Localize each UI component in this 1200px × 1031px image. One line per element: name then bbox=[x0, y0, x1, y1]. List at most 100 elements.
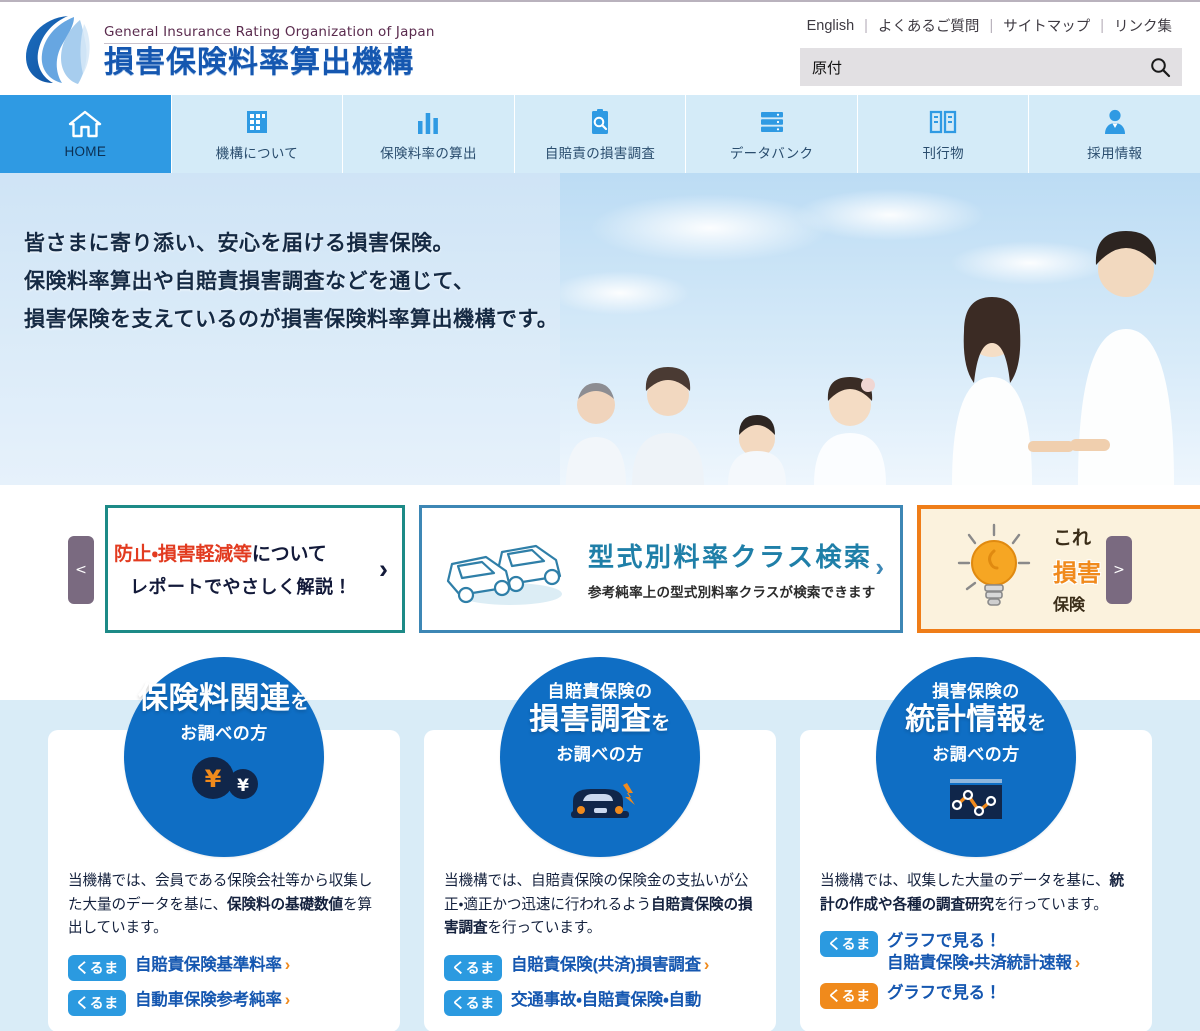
arrow-icon: › bbox=[1074, 953, 1081, 972]
hero-line-3: 損害保険を支えているのが損害保険料率算出機構です。 bbox=[24, 308, 559, 332]
feature-card-premium[interactable]: 保険料関連を お調べの方 ¥ ¥ 当機構では、会員である保険会社等から収集した大… bbox=[48, 657, 400, 1031]
nav-label: 自賠責の損害調査 bbox=[544, 145, 656, 161]
car-crash-icon bbox=[557, 773, 643, 825]
arrow-icon: › bbox=[284, 990, 291, 1009]
card-link-row[interactable]: くるま 自賠責保険基準料率 › bbox=[68, 954, 380, 981]
slide-tips-line2: 損害 bbox=[1053, 560, 1101, 587]
swoosh-globe-logo-icon bbox=[22, 12, 92, 86]
card-link-row[interactable]: くるま グラフで見る！ bbox=[820, 983, 1132, 1010]
link-text[interactable]: 自賠責保険基準料率 › bbox=[135, 955, 290, 976]
bar-chart-icon bbox=[413, 107, 443, 137]
hero-line-2: 保険料率算出や自賠責損害調査などを通じて、 bbox=[24, 270, 475, 294]
circle-suffix: を bbox=[651, 713, 671, 735]
svg-text:¥: ¥ bbox=[237, 776, 249, 796]
person-icon bbox=[1100, 107, 1130, 137]
page-root: General Insurance Rating Organization of… bbox=[0, 0, 1200, 1031]
link-text[interactable]: 自賠責保険(共済)損害調査 › bbox=[511, 955, 709, 976]
circle-suffix: を bbox=[1027, 713, 1047, 735]
nav-label: 保険料率の算出 bbox=[380, 145, 477, 161]
logo-japanese-name: 損害保険料率算出機構 bbox=[104, 45, 414, 79]
yen-coins-icon: ¥ ¥ bbox=[185, 752, 263, 804]
slide-prevention-line2: レポートでやさしく解説！ bbox=[130, 577, 352, 597]
nav-item-damage-investigation[interactable]: 自賠責の損害調査 bbox=[514, 95, 687, 173]
link-tag: くるま bbox=[444, 954, 502, 981]
slide-tips-line3: 保険 bbox=[1053, 597, 1086, 614]
link-label: 交通事故・自賠責保険・自動 bbox=[511, 990, 702, 1009]
nav-label: HOME bbox=[64, 144, 107, 159]
link-text[interactable]: 自動車保険参考純率 › bbox=[135, 990, 290, 1011]
hero-line-1: 皆さまに寄り添い、安心を届ける損害保険。 bbox=[24, 232, 454, 255]
feature-section: 保険料関連を お調べの方 ¥ ¥ 当機構では、会員である保険会社等から収集した大… bbox=[0, 655, 1200, 1031]
site-logo[interactable]: General Insurance Rating Organization of… bbox=[22, 12, 435, 86]
utility-nav: English | よくあるご質問 | サイトマップ | リンク集 bbox=[797, 15, 1182, 36]
search-submit-button[interactable] bbox=[1138, 48, 1182, 86]
slide-tips-line1: これ bbox=[1053, 528, 1092, 549]
carousel-next-button[interactable]: > bbox=[1106, 536, 1132, 604]
utility-link-sitemap[interactable]: サイトマップ bbox=[993, 15, 1100, 36]
circle-big-label: 保険料関連 bbox=[137, 682, 291, 715]
carousel-prev-button[interactable]: < bbox=[68, 536, 94, 604]
nav-item-publications[interactable]: 刊行物 bbox=[857, 95, 1030, 173]
link-label: 自賠責保険基準料率 bbox=[135, 955, 282, 974]
database-icon bbox=[757, 107, 787, 137]
feature-circle-investigation: 自賠責保険の 損害調査を お調べの方 bbox=[500, 657, 700, 857]
slide-class-search-subtitle: 参考純率上の型式別料率クラスが検索できます bbox=[588, 585, 876, 600]
body-pre: 当機構では、収集した大量のデータを基に、 bbox=[820, 873, 1110, 889]
building-icon bbox=[242, 107, 272, 137]
link-label: 自動車保険参考純率 bbox=[135, 990, 282, 1009]
circle-small-text: 自賠責保険の bbox=[547, 682, 653, 701]
logo-divider bbox=[104, 42, 392, 44]
slide-prevention-emphasis: 防止・損害軽減等 bbox=[114, 544, 252, 565]
card-link-row[interactable]: くるま 自動車保険参考純率 › bbox=[68, 989, 380, 1016]
feature-card-investigation[interactable]: 自賠責保険の 損害調査を お調べの方 当機構では、自賠責保険の保険金の支払いが公… bbox=[424, 657, 776, 1031]
nav-item-databank[interactable]: データバンク bbox=[686, 95, 858, 173]
utility-link-english[interactable]: English bbox=[797, 18, 865, 34]
link-text[interactable]: グラフで見る！ 自賠責保険・共済統計速報 › bbox=[887, 931, 1080, 974]
nav-item-home[interactable]: HOME bbox=[0, 95, 172, 173]
link-label: グラフで見る！ 自賠責保険・共済統計速報 bbox=[887, 932, 1072, 972]
card-body-text: 当機構では、自賠責保険の保険金の支払いが公正・適正かつ迅速に行われるよう自賠責保… bbox=[444, 870, 756, 941]
hero-copy: 皆さまに寄り添い、安心を届ける損害保険。 保険料率算出や自賠責損害調査などを通じ… bbox=[24, 225, 558, 340]
carousel-slide-prevention[interactable]: 防止・損害軽減等について レポートでやさしく解説！ › bbox=[105, 505, 405, 633]
circle-big-text: 保険料関連を bbox=[138, 681, 310, 717]
card-body-text: 当機構では、会員である保険会社等から収集した大量のデータを基に、保険料の基礎数値… bbox=[68, 870, 380, 941]
card-link-row[interactable]: くるま 交通事故・自賠責保険・自動 bbox=[444, 989, 756, 1016]
carousel-slide-class-search[interactable]: 型式別料率クラス検索 参考純率上の型式別料率クラスが検索できます › bbox=[419, 505, 903, 633]
lightbulb-icon bbox=[921, 521, 1049, 618]
logo-english-name: General Insurance Rating Organization of… bbox=[104, 23, 435, 40]
body-post: を行っています。 bbox=[993, 896, 1108, 913]
nav-label: 機構について bbox=[215, 145, 299, 161]
utility-link-links[interactable]: リンク集 bbox=[1104, 15, 1182, 36]
circle-small-text: 損害保険の bbox=[932, 682, 1020, 701]
site-header: General Insurance Rating Organization of… bbox=[0, 0, 1200, 95]
card-link-list: くるま 自賠責保険基準料率 › くるま 自動車保険参考純率 › bbox=[68, 954, 380, 1016]
body-post: を行っています。 bbox=[487, 920, 602, 937]
slide-class-search-title: 型式別料率クラス検索 bbox=[588, 542, 873, 572]
link-label: 自賠責保険(共済)損害調査 bbox=[511, 955, 701, 974]
link-text[interactable]: グラフで見る！ bbox=[887, 983, 1001, 1004]
arrow-icon: › bbox=[703, 955, 710, 974]
nav-item-recruit[interactable]: 採用情報 bbox=[1029, 95, 1200, 173]
svg-text:¥: ¥ bbox=[205, 765, 222, 793]
carousel-slide-insurance-tips[interactable]: これ 損害 保険 bbox=[917, 505, 1200, 633]
search-box[interactable] bbox=[800, 48, 1182, 86]
circle-suffix: を bbox=[290, 692, 310, 713]
nav-label: 採用情報 bbox=[1087, 145, 1143, 161]
card-body-text: 当機構では、収集した大量のデータを基に、統計の作成や各種の調査研究を行っています… bbox=[820, 870, 1132, 917]
utility-link-faq[interactable]: よくあるご質問 bbox=[868, 15, 990, 36]
home-icon bbox=[68, 109, 102, 139]
circle-big-label: 損害調査 bbox=[529, 703, 652, 737]
search-input[interactable] bbox=[800, 58, 1138, 76]
card-link-list: くるま 自賠責保険(共済)損害調査 › くるま 交通事故・自賠責保険・自動 bbox=[444, 954, 756, 1016]
card-link-row[interactable]: くるま グラフで見る！ 自賠責保険・共済統計速報 › bbox=[820, 931, 1132, 974]
link-text[interactable]: 交通事故・自賠責保険・自動 bbox=[511, 990, 701, 1011]
link-tag: くるま bbox=[444, 989, 502, 1016]
nav-label: データバンク bbox=[729, 145, 814, 161]
nav-item-about[interactable]: 機構について bbox=[171, 95, 344, 173]
circle-big-text: 統計情報を bbox=[905, 702, 1047, 738]
link-tag: くるま bbox=[68, 954, 126, 981]
feature-card-statistics[interactable]: 損害保険の 統計情報を お調べの方 当機構では、収集した大量のデータを基に、統計… bbox=[800, 657, 1152, 1031]
search-icon bbox=[1151, 58, 1171, 78]
card-link-row[interactable]: くるま 自賠責保険(共済)損害調査 › bbox=[444, 954, 756, 981]
nav-item-rate-calculation[interactable]: 保険料率の算出 bbox=[343, 95, 515, 173]
